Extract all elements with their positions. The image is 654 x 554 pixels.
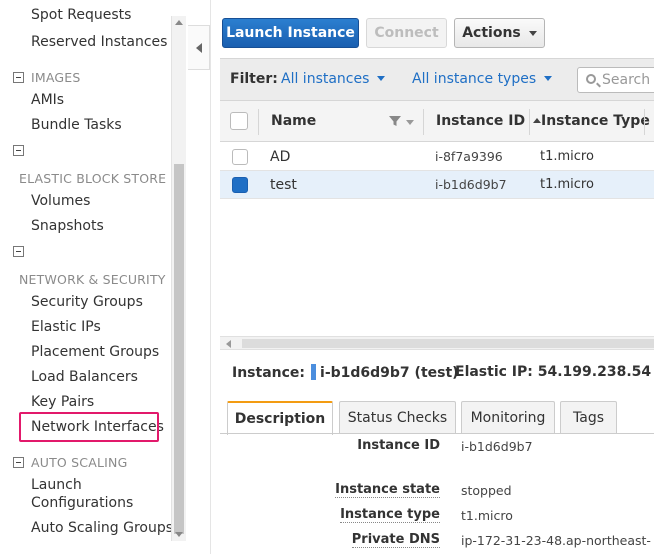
filter-label: Filter: bbox=[230, 71, 278, 87]
column-header-name[interactable]: Name bbox=[271, 113, 316, 129]
sidebar-item-security-groups[interactable]: Security Groups bbox=[31, 294, 143, 310]
connect-button[interactable]: Connect bbox=[366, 18, 447, 48]
tab-tags[interactable]: Tags bbox=[560, 401, 617, 434]
cell-instance-type: t1.micro bbox=[540, 149, 594, 164]
field-label-instance-type: Instance type bbox=[340, 507, 440, 523]
scroll-down-icon[interactable] bbox=[175, 532, 183, 537]
tab-status-checks[interactable]: Status Checks bbox=[339, 401, 456, 434]
row-checkbox[interactable] bbox=[232, 177, 248, 193]
field-label-instance-id: Instance ID bbox=[357, 438, 440, 453]
column-separator bbox=[644, 109, 645, 135]
cell-instance-id: i-b1d6d9b7 bbox=[435, 177, 507, 192]
search-input[interactable] bbox=[602, 71, 654, 89]
sidebar-item-placement-groups[interactable]: Placement Groups bbox=[31, 344, 159, 360]
cell-name: test bbox=[270, 177, 297, 193]
highlight-box bbox=[19, 412, 159, 442]
field-value-instance-type: t1.micro bbox=[461, 508, 513, 523]
sidebar-item-key-pairs[interactable]: Key Pairs bbox=[31, 394, 94, 410]
section-title-network-security: NETWORK & SECURITY bbox=[19, 272, 166, 287]
table-horizontal-scrollbar[interactable] bbox=[220, 336, 654, 350]
instances-filter-dropdown[interactable]: All instances bbox=[281, 71, 386, 87]
instances-filter-label: All instances bbox=[281, 71, 370, 87]
sidebar-item-volumes[interactable]: Volumes bbox=[31, 193, 90, 209]
field-value-private-dns: ip-172-31-23-48.ap-northeast- bbox=[461, 533, 651, 548]
sidebar-item-reserved-instances[interactable]: Reserved Instances bbox=[31, 34, 167, 50]
sidebar-scrollbar[interactable] bbox=[171, 16, 186, 541]
detail-instance-value: i-b1d6d9b7 (test) bbox=[320, 365, 459, 381]
column-header-instance-id-label: Instance ID bbox=[436, 113, 526, 129]
cell-instance-type: t1.micro bbox=[540, 177, 594, 192]
cell-instance-id: i-8f7a9396 bbox=[435, 149, 503, 164]
field-label-instance-state: Instance state bbox=[335, 482, 440, 498]
sidebar: Spot Requests Reserved Instances IMAGES … bbox=[0, 0, 188, 554]
actions-button[interactable]: Actions bbox=[454, 18, 545, 48]
images-collapse-icon[interactable] bbox=[13, 72, 24, 83]
sidebar-item-configurations[interactable]: Configurations bbox=[31, 495, 133, 511]
caret-down-icon bbox=[544, 76, 553, 81]
caret-down-icon[interactable] bbox=[406, 120, 414, 125]
chevron-left-icon bbox=[196, 43, 202, 53]
collapse-sidebar-button[interactable] bbox=[188, 25, 210, 70]
tabs-underline bbox=[220, 433, 654, 434]
scroll-up-icon[interactable] bbox=[175, 20, 183, 25]
search-box[interactable] bbox=[577, 67, 654, 93]
divider bbox=[210, 0, 211, 554]
field-value-instance-state: stopped bbox=[461, 483, 512, 498]
section-title-ebs: ELASTIC BLOCK STORE bbox=[19, 171, 167, 186]
sort-ascending-icon bbox=[533, 118, 542, 123]
caret-down-icon bbox=[377, 76, 386, 81]
ebs-collapse-icon[interactable] bbox=[13, 145, 24, 156]
select-all-checkbox[interactable] bbox=[230, 112, 248, 130]
instance-types-filter-label: All instance types bbox=[412, 71, 537, 87]
column-separator bbox=[423, 109, 424, 135]
section-title-auto-scaling: AUTO SCALING bbox=[31, 455, 128, 470]
sidebar-item-launch[interactable]: Launch bbox=[31, 477, 82, 493]
autoscaling-collapse-icon[interactable] bbox=[13, 457, 24, 468]
field-value-instance-id: i-b1d6d9b7 bbox=[461, 439, 533, 454]
tab-monitoring[interactable]: Monitoring bbox=[461, 401, 555, 434]
scroll-left-icon[interactable] bbox=[226, 340, 231, 348]
instance-marker bbox=[311, 364, 317, 380]
column-separator bbox=[529, 109, 530, 135]
table-scrollbar-thumb[interactable] bbox=[242, 339, 654, 348]
sidebar-item-bundle-tasks[interactable]: Bundle Tasks bbox=[31, 117, 122, 133]
table-row[interactable]: AD i-8f7a9396 t1.micro bbox=[220, 143, 654, 171]
sidebar-item-snapshots[interactable]: Snapshots bbox=[31, 218, 104, 234]
column-header-instance-type[interactable]: Instance Type bbox=[541, 113, 654, 129]
filter-bar: Filter: All instances All instance types bbox=[220, 58, 654, 100]
section-title-images: IMAGES bbox=[31, 70, 81, 85]
detail-instance-label: Instance: bbox=[232, 365, 306, 381]
sidebar-item-elastic-ips[interactable]: Elastic IPs bbox=[31, 319, 101, 335]
elastic-ip: Elastic IP: 54.199.238.54 bbox=[455, 364, 652, 380]
launch-instance-button[interactable]: Launch Instance bbox=[222, 18, 359, 48]
row-checkbox[interactable] bbox=[232, 149, 248, 165]
sidebar-item-load-balancers[interactable]: Load Balancers bbox=[31, 369, 138, 385]
tab-description[interactable]: Description bbox=[227, 401, 333, 435]
field-label-private-dns: Private DNS bbox=[351, 532, 440, 548]
network-collapse-icon[interactable] bbox=[13, 246, 24, 257]
column-header-instance-id[interactable]: Instance ID bbox=[436, 113, 542, 129]
search-icon bbox=[586, 74, 596, 84]
sidebar-item-amis[interactable]: AMIs bbox=[31, 92, 64, 108]
instance-types-filter-dropdown[interactable]: All instance types bbox=[412, 71, 553, 87]
filter-icon[interactable] bbox=[388, 114, 402, 128]
caret-down-icon bbox=[528, 30, 537, 36]
column-header-instance-type-label: Instance Type bbox=[541, 113, 650, 129]
sidebar-scrollbar-thumb[interactable] bbox=[174, 164, 184, 534]
table-row[interactable]: test i-b1d6d9b7 t1.micro bbox=[220, 171, 654, 199]
cell-name: AD bbox=[270, 149, 291, 165]
actions-label: Actions bbox=[462, 25, 521, 41]
detail-title: Instance: i-b1d6d9b7 (test) bbox=[232, 364, 459, 381]
column-separator bbox=[258, 109, 259, 135]
sidebar-item-auto-scaling-groups[interactable]: Auto Scaling Groups bbox=[31, 520, 173, 536]
sidebar-item-spot-requests[interactable]: Spot Requests bbox=[31, 7, 131, 23]
table-header: Name Instance ID Instance Type bbox=[220, 100, 654, 142]
